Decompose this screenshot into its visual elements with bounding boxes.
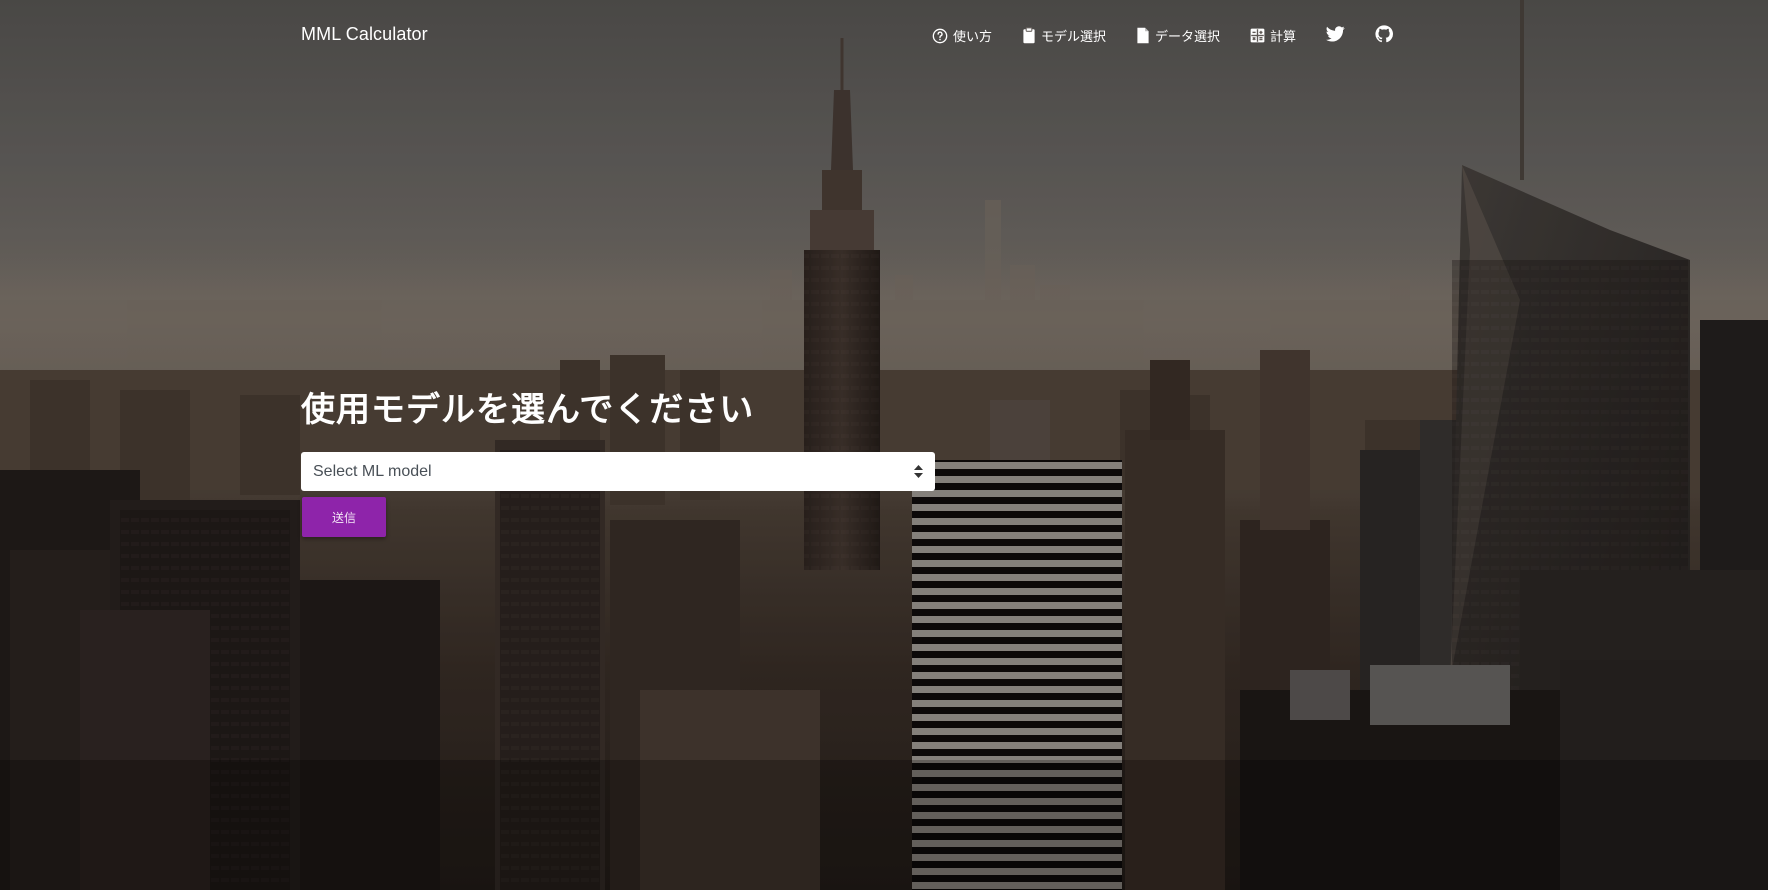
background-overlay <box>0 0 1768 890</box>
github-icon <box>1375 25 1393 46</box>
help-circle-icon <box>932 28 948 44</box>
submit-button[interactable]: 送信 <box>302 497 386 537</box>
twitter-icon <box>1326 26 1345 45</box>
file-icon <box>1136 27 1150 44</box>
page: MML Calculator 使い方 モデル選択 データ選択 計算 使用モデルを… <box>0 0 1768 890</box>
nav-item-calculate[interactable]: 計算 <box>1250 26 1296 45</box>
page-title: 使用モデルを選んでください <box>301 390 755 430</box>
nav-item-label: 使い方 <box>952 29 992 44</box>
brand-logo[interactable]: MML Calculator <box>301 24 428 45</box>
calculator-icon <box>1250 28 1265 43</box>
nav-item-usage[interactable]: 使い方 <box>932 26 992 45</box>
nav-item-label: モデル選択 <box>1040 29 1106 44</box>
github-link[interactable] <box>1375 25 1393 46</box>
nav-item-label: データ選択 <box>1154 29 1220 44</box>
twitter-link[interactable] <box>1326 26 1345 45</box>
top-navbar: MML Calculator 使い方 モデル選択 データ選択 計算 <box>0 0 1768 72</box>
nav-item-model-select[interactable]: モデル選択 <box>1022 26 1106 45</box>
clipboard-icon <box>1022 27 1036 44</box>
model-select-value: Select ML model <box>313 462 432 480</box>
nav-item-label: 計算 <box>1269 29 1296 44</box>
select-arrows-icon <box>914 465 923 483</box>
nav-menu: 使い方 モデル選択 データ選択 計算 <box>932 25 1393 46</box>
nav-item-data-select[interactable]: データ選択 <box>1136 26 1220 45</box>
model-select[interactable]: Select ML model <box>301 452 935 491</box>
